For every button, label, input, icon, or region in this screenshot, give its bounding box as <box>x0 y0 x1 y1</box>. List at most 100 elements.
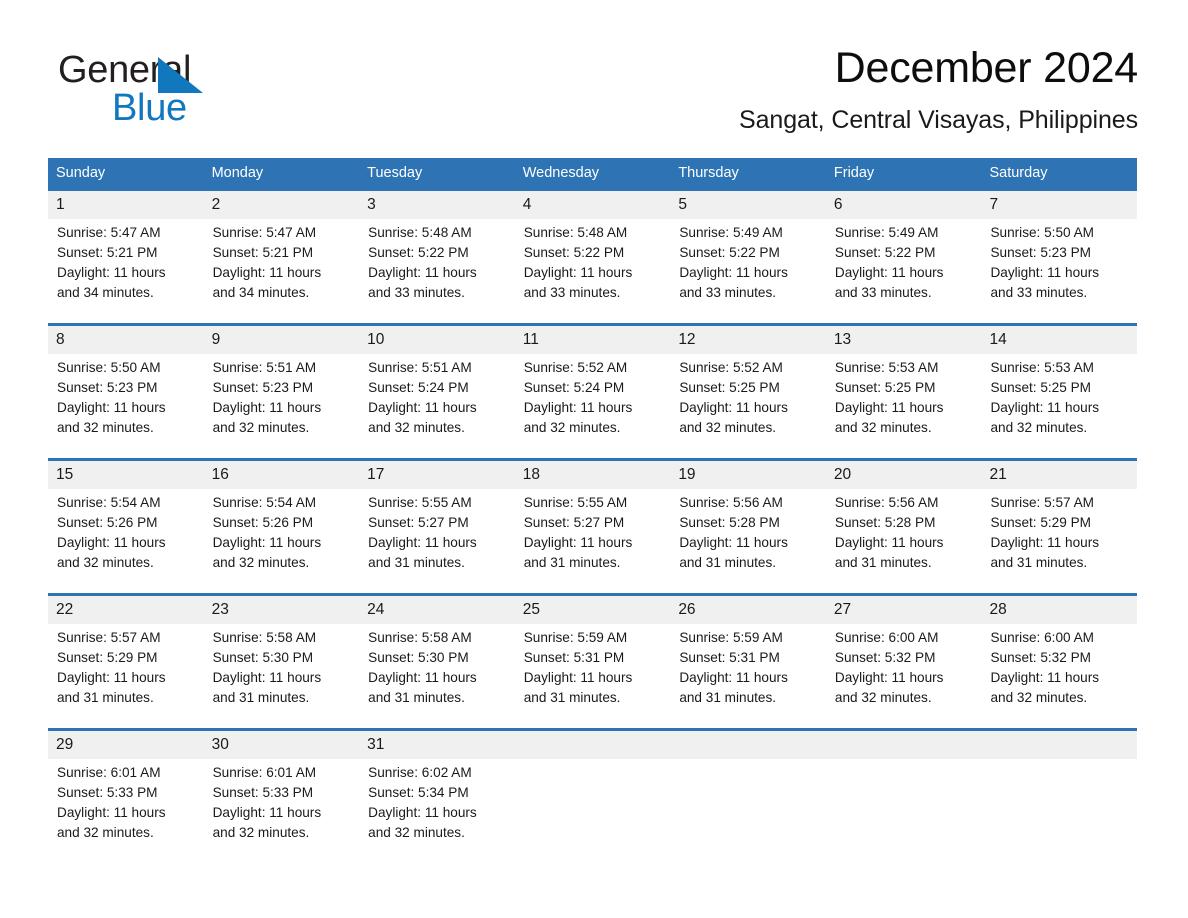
day-details: Sunrise: 5:53 AM Sunset: 5:25 PM Dayligh… <box>981 351 1137 438</box>
sunrise-text: Sunrise: 5:59 AM <box>523 630 628 645</box>
day-details: Sunrise: 5:49 AM Sunset: 5:22 PM Dayligh… <box>670 216 826 303</box>
day-details: Sunrise: 6:02 AM Sunset: 5:34 PM Dayligh… <box>359 756 515 843</box>
day-number: 12 <box>678 331 696 348</box>
sunrise-text: Sunrise: 5:54 AM <box>57 495 161 510</box>
daylight-text-line1: Daylight: 11 hours <box>212 805 322 820</box>
day-cell[interactable]: 11 Sunrise: 5:52 AM Sunset: 5:24 PM Dayl… <box>514 326 671 458</box>
sunset-text: Sunset: 5:29 PM <box>990 515 1091 530</box>
day-cell[interactable]: 7 Sunrise: 5:50 AM Sunset: 5:23 PM Dayli… <box>981 191 1138 323</box>
day-details: Sunrise: 5:59 AM Sunset: 5:31 PM Dayligh… <box>515 621 671 708</box>
sunrise-text: Sunrise: 5:53 AM <box>834 360 939 375</box>
daylight-text-line1: Daylight: 11 hours <box>990 265 1100 280</box>
daylight-text-line2: and 32 minutes. <box>57 555 154 570</box>
daynum-strip <box>514 731 671 759</box>
daylight-text-line2: and 31 minutes. <box>834 555 932 570</box>
day-cell[interactable]: 24 Sunrise: 5:58 AM Sunset: 5:30 PM Dayl… <box>359 596 515 728</box>
sunrise-text: Sunrise: 5:59 AM <box>679 630 783 645</box>
day-cell[interactable]: 20 Sunrise: 5:56 AM Sunset: 5:28 PM Dayl… <box>825 461 982 593</box>
day-details: Sunrise: 5:52 AM Sunset: 5:24 PM Dayligh… <box>515 351 671 438</box>
day-details: Sunrise: 5:56 AM Sunset: 5:28 PM Dayligh… <box>670 486 826 573</box>
daylight-text-line1: Daylight: 11 hours <box>368 805 477 820</box>
sunset-text: Sunset: 5:29 PM <box>57 650 158 665</box>
day-cell[interactable]: 22 Sunrise: 5:57 AM Sunset: 5:29 PM Dayl… <box>48 596 204 728</box>
sunrise-text: Sunrise: 5:49 AM <box>834 225 939 240</box>
day-cell[interactable]: 14 Sunrise: 5:53 AM Sunset: 5:25 PM Dayl… <box>981 326 1138 458</box>
day-cell[interactable]: 25 Sunrise: 5:59 AM Sunset: 5:31 PM Dayl… <box>514 596 671 728</box>
sunset-text: Sunset: 5:27 PM <box>523 515 625 530</box>
sunrise-text: Sunrise: 6:00 AM <box>990 630 1094 645</box>
day-cell[interactable]: 17 Sunrise: 5:55 AM Sunset: 5:27 PM Dayl… <box>359 461 515 593</box>
daylight-text-line2: and 34 minutes. <box>57 285 154 300</box>
day-details: Sunrise: 5:48 AM Sunset: 5:22 PM Dayligh… <box>359 216 515 303</box>
day-cell[interactable]: 5 Sunrise: 5:49 AM Sunset: 5:22 PM Dayli… <box>670 191 826 323</box>
day-number: 7 <box>989 196 999 213</box>
daynum-strip <box>981 731 1138 759</box>
day-cell-empty <box>514 731 671 846</box>
daylight-text-line1: Daylight: 11 hours <box>523 670 633 685</box>
day-cell[interactable]: 28 Sunrise: 6:00 AM Sunset: 5:32 PM Dayl… <box>981 596 1138 728</box>
day-cell[interactable]: 29 Sunrise: 6:01 AM Sunset: 5:33 PM Dayl… <box>48 731 204 846</box>
daylight-text-line1: Daylight: 11 hours <box>368 265 477 280</box>
weekday-header-friday: Friday <box>833 165 875 181</box>
day-cell[interactable]: 4 Sunrise: 5:48 AM Sunset: 5:22 PM Dayli… <box>514 191 671 323</box>
day-cell[interactable]: 8 Sunrise: 5:50 AM Sunset: 5:23 PM Dayli… <box>48 326 204 458</box>
day-details: Sunrise: 6:00 AM Sunset: 5:32 PM Dayligh… <box>826 621 982 708</box>
sunset-text: Sunset: 5:33 PM <box>212 785 314 800</box>
day-cell[interactable]: 1 Sunrise: 5:47 AM Sunset: 5:21 PM Dayli… <box>48 191 204 323</box>
day-number: 3 <box>367 196 376 213</box>
daylight-text-line2: and 32 minutes. <box>523 420 621 435</box>
daylight-text-line1: Daylight: 11 hours <box>523 265 633 280</box>
page-subtitle: Sangat, Central Visayas, Philippines <box>739 106 1138 134</box>
day-details: Sunrise: 5:52 AM Sunset: 5:25 PM Dayligh… <box>670 351 826 438</box>
day-cell[interactable]: 16 Sunrise: 5:54 AM Sunset: 5:26 PM Dayl… <box>203 461 360 593</box>
day-cell[interactable]: 2 Sunrise: 5:47 AM Sunset: 5:21 PM Dayli… <box>203 191 360 323</box>
daylight-text-line2: and 31 minutes. <box>368 555 465 570</box>
daylight-text-line1: Daylight: 11 hours <box>57 670 166 685</box>
daylight-text-line1: Daylight: 11 hours <box>57 805 166 820</box>
sunrise-text: Sunrise: 6:01 AM <box>212 765 317 780</box>
daylight-text-line1: Daylight: 11 hours <box>57 400 166 415</box>
daylight-text-line2: and 32 minutes. <box>212 420 310 435</box>
day-cell[interactable]: 19 Sunrise: 5:56 AM Sunset: 5:28 PM Dayl… <box>670 461 826 593</box>
day-cell[interactable]: 21 Sunrise: 5:57 AM Sunset: 5:29 PM Dayl… <box>981 461 1138 593</box>
sunset-text: Sunset: 5:26 PM <box>57 515 158 530</box>
day-cell[interactable]: 6 Sunrise: 5:49 AM Sunset: 5:22 PM Dayli… <box>825 191 982 323</box>
daylight-text-line1: Daylight: 11 hours <box>212 265 322 280</box>
daylight-text-line1: Daylight: 11 hours <box>834 670 944 685</box>
day-cell[interactable]: 15 Sunrise: 5:54 AM Sunset: 5:26 PM Dayl… <box>48 461 204 593</box>
sunrise-text: Sunrise: 5:55 AM <box>523 495 628 510</box>
sunset-text: Sunset: 5:34 PM <box>368 785 469 800</box>
sunset-text: Sunset: 5:28 PM <box>834 515 936 530</box>
sunrise-text: Sunrise: 5:52 AM <box>523 360 628 375</box>
sunrise-text: Sunrise: 5:53 AM <box>990 360 1094 375</box>
daylight-text-line2: and 32 minutes. <box>679 420 777 435</box>
day-cell[interactable]: 27 Sunrise: 6:00 AM Sunset: 5:32 PM Dayl… <box>825 596 982 728</box>
sunset-text: Sunset: 5:30 PM <box>368 650 469 665</box>
day-cell[interactable]: 12 Sunrise: 5:52 AM Sunset: 5:25 PM Dayl… <box>670 326 826 458</box>
day-number: 5 <box>678 196 687 213</box>
weekday-header-saturday: Saturday <box>989 165 1048 181</box>
day-cell[interactable]: 10 Sunrise: 5:51 AM Sunset: 5:24 PM Dayl… <box>359 326 515 458</box>
day-cell[interactable]: 9 Sunrise: 5:51 AM Sunset: 5:23 PM Dayli… <box>203 326 360 458</box>
day-number: 25 <box>522 601 540 618</box>
day-number: 9 <box>211 331 221 348</box>
daylight-text-line2: and 32 minutes. <box>57 825 154 840</box>
sunset-text: Sunset: 5:26 PM <box>212 515 314 530</box>
sunset-text: Sunset: 5:23 PM <box>990 245 1091 260</box>
day-cell[interactable]: 3 Sunrise: 5:48 AM Sunset: 5:22 PM Dayli… <box>359 191 515 323</box>
day-number: 2 <box>211 196 221 213</box>
day-cell[interactable]: 26 Sunrise: 5:59 AM Sunset: 5:31 PM Dayl… <box>670 596 826 728</box>
day-details: Sunrise: 6:00 AM Sunset: 5:32 PM Dayligh… <box>981 621 1137 708</box>
day-cell[interactable]: 13 Sunrise: 5:53 AM Sunset: 5:25 PM Dayl… <box>825 326 982 458</box>
day-cell[interactable]: 30 Sunrise: 6:01 AM Sunset: 5:33 PM Dayl… <box>203 731 360 846</box>
daylight-text-line2: and 32 minutes. <box>990 690 1088 705</box>
sunset-text: Sunset: 5:25 PM <box>679 380 780 395</box>
day-number: 23 <box>211 601 229 618</box>
daylight-text-line1: Daylight: 11 hours <box>679 400 788 415</box>
sunrise-text: Sunrise: 5:57 AM <box>57 630 161 645</box>
day-cell[interactable]: 31 Sunrise: 6:02 AM Sunset: 5:34 PM Dayl… <box>359 731 515 846</box>
day-cell[interactable]: 23 Sunrise: 5:58 AM Sunset: 5:30 PM Dayl… <box>203 596 360 728</box>
day-number: 30 <box>211 736 229 753</box>
day-cell[interactable]: 18 Sunrise: 5:55 AM Sunset: 5:27 PM Dayl… <box>514 461 671 593</box>
weekday-header-monday: Monday <box>211 165 264 181</box>
